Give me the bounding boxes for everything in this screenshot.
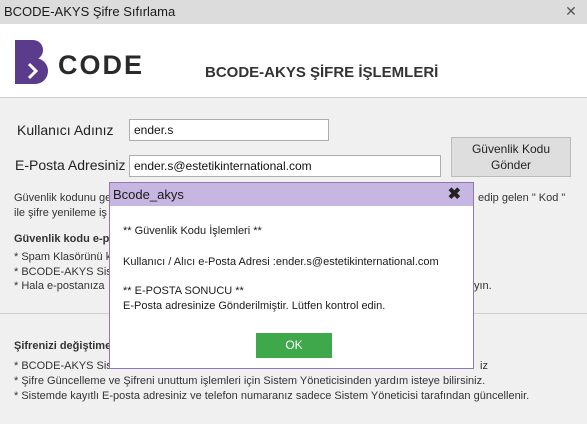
email-input[interactable]: ender.s@estetikinternational.com [129,155,441,177]
send-button-line1: Güvenlik Kodu [471,142,551,156]
info-heading: Güvenlik kodu e-po [14,233,117,245]
bcode-logo-icon [15,40,48,84]
page-title: BCODE-AKYS ŞİFRE İŞLEMLERİ [205,64,439,81]
message-dialog: Bcode_akys ✖ ** Güvenlik Kodu İşlemleri … [109,182,474,369]
username-label: Kullanıcı Adınız [17,122,114,138]
username-input[interactable]: ender.s [129,119,329,141]
bottom-heading: Şifrenizi değiştime [14,340,112,352]
email-label: E-Posta Adresiniz [15,157,126,173]
dialog-line2: Kullanıcı / Alıcı e-Posta Adresi :ender.… [123,256,439,268]
window-titlebar: BCODE-AKYS Şifre Sıfırlama ✕ [0,0,587,24]
info-bullet3-left: * Hala e-postanıza [14,280,105,292]
info-line1-right: edip gelen " Kod " [478,192,566,204]
bottom-bullet1-left: * BCODE-AKYS Sis [14,360,112,372]
info-line1-left: Güvenlik kodunu ge [14,192,112,204]
logo-text: CODE [58,50,145,80]
info-bullet3-right: yın. [474,280,492,292]
window-close-button[interactable]: ✕ [563,2,579,20]
window-title: BCODE-AKYS Şifre Sıfırlama [4,4,176,19]
dialog-line1: ** Güvenlik Kodu İşlemleri ** [123,225,262,237]
dialog-title: Bcode_akys [113,187,184,202]
ok-button[interactable]: OK [256,333,332,358]
dialog-close-icon[interactable]: ✖ [448,184,461,204]
app-header: CODE BCODE-AKYS ŞİFRE İŞLEMLERİ [0,24,587,98]
bottom-bullet2: * Şifre Güncelleme ve Şifreni unuttum iş… [14,375,486,387]
dialog-line3: ** E-POSTA SONUCU ** [123,285,244,297]
bottom-bullet1-right: iz [480,360,488,372]
dialog-line4: E-Posta adresinize Gönderilmiştir. Lütfe… [123,300,386,312]
send-security-code-button[interactable]: Güvenlik Kodu Gönder [451,137,571,177]
info-line2: ile şifre yenileme iş [14,207,107,219]
dialog-titlebar[interactable]: Bcode_akys ✖ [110,183,473,206]
bottom-bullet3: * Sistemde kayıtlı E-posta adresiniz ve … [14,390,530,402]
info-bullet2: * BCODE-AKYS Sis [14,266,112,278]
info-bullet1: * Spam Klasörünü k [14,251,112,263]
send-button-line2: Gönder [490,158,532,172]
